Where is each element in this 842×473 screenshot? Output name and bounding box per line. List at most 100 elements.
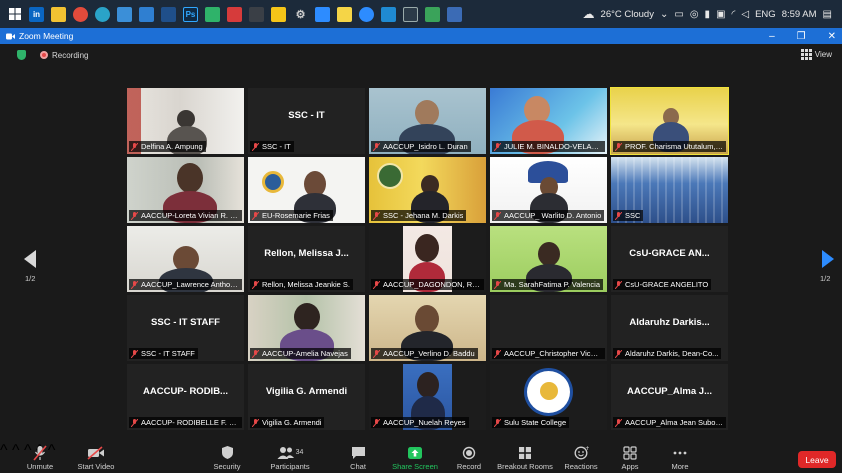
video-tile[interactable]: Aldaruhz Darkis... Aldaruhz Darkis, Dean… xyxy=(611,295,728,361)
shield-icon[interactable] xyxy=(17,50,26,60)
video-tile[interactable]: AACCUP- RODIB... AACCUP- RODIBELLE F. LE… xyxy=(127,364,244,430)
video-tile[interactable]: EU-Rosemarie Frias xyxy=(248,157,365,223)
page-indicator-left: 1/2 xyxy=(25,274,36,283)
photoshop-icon[interactable]: Ps xyxy=(183,6,198,22)
video-tile[interactable]: AACCUP-Loreta Vivian R. Gu... xyxy=(127,157,244,223)
security-button[interactable]: Security xyxy=(197,444,257,471)
reactions-label: Reactions xyxy=(564,462,598,471)
video-tile[interactable]: CsU-GRACE AN... CsU-GRACE ANGELITO xyxy=(611,226,728,292)
chevron-up-icon[interactable]: ⌄ xyxy=(660,9,668,20)
share-screen-button[interactable]: Share Screen xyxy=(385,444,445,471)
video-tile[interactable]: AACCUP_Isidro L. Duran xyxy=(369,88,486,154)
participant-label: Ma. SarahFatima P. Valencia xyxy=(492,279,604,290)
terminal-icon[interactable] xyxy=(403,6,418,22)
sticky-notes-icon[interactable] xyxy=(337,6,352,22)
video-tile[interactable]: Vigilia G. Armendi Vigilia G. Armendi xyxy=(248,364,365,430)
video-tile[interactable]: AACCUP_Lawrence Anthony... xyxy=(127,226,244,292)
cloud-icon: ☁ xyxy=(582,7,595,21)
camera-tray-icon[interactable]: ◎ xyxy=(690,9,699,20)
dashboard-app-icon[interactable] xyxy=(447,6,462,22)
record-button[interactable]: Record xyxy=(439,444,499,471)
notification-icon[interactable]: ▤ xyxy=(823,9,832,20)
muted-microphone-icon xyxy=(33,444,47,461)
audio-options-caret-icon[interactable]: ^ xyxy=(0,442,8,459)
more-label: More xyxy=(671,462,689,471)
vscode-icon[interactable] xyxy=(381,6,396,22)
video-tile[interactable]: Ma. SarahFatima P. Valencia xyxy=(490,226,607,292)
recording-label[interactable]: Recording xyxy=(52,51,88,60)
unmute-button[interactable]: Unmute xyxy=(10,444,70,471)
participant-label: AACCUP_Nuelah Reyes xyxy=(371,417,469,428)
video-tile[interactable]: SSC xyxy=(611,157,728,223)
file-explorer-icon[interactable] xyxy=(51,6,66,22)
chat-button[interactable]: Chat xyxy=(328,444,388,471)
video-tile[interactable]: Rellon, Melissa J... Rellon, Melissa Jea… xyxy=(248,226,365,292)
muted-mic-icon xyxy=(373,280,380,289)
video-tile[interactable]: SSC - IT SSC - IT xyxy=(248,88,365,154)
start-video-button[interactable]: Start Video xyxy=(66,444,126,471)
chrome-icon[interactable] xyxy=(73,6,88,22)
next-page-icon[interactable] xyxy=(822,250,834,268)
participant-display-name: SSC - IT xyxy=(288,110,325,121)
muted-mic-icon xyxy=(373,211,380,220)
video-tile[interactable]: AACCUP_Nuelah Reyes xyxy=(369,364,486,430)
muted-mic-icon xyxy=(615,280,622,289)
video-tile[interactable]: AACCUP_ Warlito D. Antonio xyxy=(490,157,607,223)
shield-security-icon xyxy=(221,446,233,459)
notes-icon[interactable] xyxy=(271,6,286,22)
video-tile[interactable]: AACCUP-Amelia Navejas xyxy=(248,295,365,361)
settings-icon[interactable]: ⚙ xyxy=(293,7,308,22)
participant-count: 34 xyxy=(295,449,304,456)
weather-text[interactable]: 26°C Cloudy xyxy=(601,9,654,20)
red-app-icon[interactable] xyxy=(227,6,242,22)
zoom-taskbar-icon[interactable] xyxy=(315,6,330,22)
system-tray: ☁ 26°C Cloudy ⌄ ▭ ◎ ▮ ▣ ◜ ◁ ENG 8:59 AM … xyxy=(583,0,832,28)
close-icon[interactable]: ✕ xyxy=(828,31,836,42)
linkedin-icon[interactable]: in xyxy=(29,6,44,22)
edge-icon[interactable] xyxy=(95,6,110,22)
video-tile[interactable]: Sulu State College xyxy=(490,364,607,430)
participant-label: AACCUP- RODIBELLE F. LE... xyxy=(129,417,242,428)
more-button[interactable]: More xyxy=(650,444,710,471)
minimize-icon[interactable]: – xyxy=(769,31,775,42)
participant-label: PROF. Charisma Ututalum, CESE xyxy=(613,141,726,152)
previous-page-icon[interactable] xyxy=(24,250,36,268)
view-button[interactable]: View xyxy=(800,49,832,60)
muted-mic-icon xyxy=(131,142,138,151)
phone-app-icon[interactable] xyxy=(205,6,220,22)
video-tile[interactable]: AACCUP_Verlino D. Baddu xyxy=(369,295,486,361)
active-speaker-tile[interactable]: PROF. Charisma Ututalum, CESE xyxy=(610,87,729,155)
zoom-app-icon[interactable] xyxy=(359,6,374,22)
participant-label: SSC - IT xyxy=(250,141,294,152)
display-tray-icon[interactable]: ▣ xyxy=(716,9,725,20)
chart-app-icon[interactable] xyxy=(425,6,440,22)
video-tile[interactable]: AACCUP_Alma J... AACCUP_Alma Jean Subong xyxy=(611,364,728,430)
participants-button[interactable]: 34 Participants xyxy=(260,444,320,471)
video-tile[interactable]: Delfina A. Ampung xyxy=(127,88,244,154)
clock[interactable]: 8:59 AM xyxy=(782,9,817,20)
muted-mic-icon xyxy=(131,211,138,220)
video-tile[interactable]: AACCUP_Christopher Vicen... xyxy=(490,295,607,361)
participant-label: EU-Rosemarie Frias xyxy=(250,210,333,221)
breakout-rooms-button[interactable]: Breakout Rooms xyxy=(495,444,555,471)
store-icon[interactable] xyxy=(117,6,132,22)
person-app-icon[interactable] xyxy=(161,6,176,22)
windows-start-icon[interactable] xyxy=(7,7,22,22)
mic-tray-icon[interactable]: ▮ xyxy=(705,9,711,20)
maximize-icon[interactable]: ❐ xyxy=(797,31,806,42)
language-indicator[interactable]: ENG xyxy=(755,9,776,20)
muted-mic-icon xyxy=(615,418,622,427)
meeting-info-bar: Recording View xyxy=(0,44,842,66)
slides-icon[interactable] xyxy=(249,6,264,22)
mail-icon[interactable] xyxy=(139,6,154,22)
leave-button[interactable]: Leave xyxy=(798,451,836,468)
participant-display-name: Aldaruhz Darkis... xyxy=(629,317,710,328)
video-tile[interactable]: JULIE M. BINALDO-VELASC... xyxy=(490,88,607,154)
meeting-toolbar: Unmute ^ Start Video ^ Security 34 Parti… xyxy=(0,442,842,473)
video-tile[interactable]: AACCUP_DAGONDON, RO... xyxy=(369,226,486,292)
battery-icon[interactable]: ▭ xyxy=(674,9,683,20)
wifi-icon[interactable]: ◜ xyxy=(732,9,736,20)
video-tile[interactable]: SSC - IT STAFF SSC - IT STAFF xyxy=(127,295,244,361)
video-tile[interactable]: SSC - Jehana M. Darkis xyxy=(369,157,486,223)
volume-icon[interactable]: ◁ xyxy=(741,9,749,20)
